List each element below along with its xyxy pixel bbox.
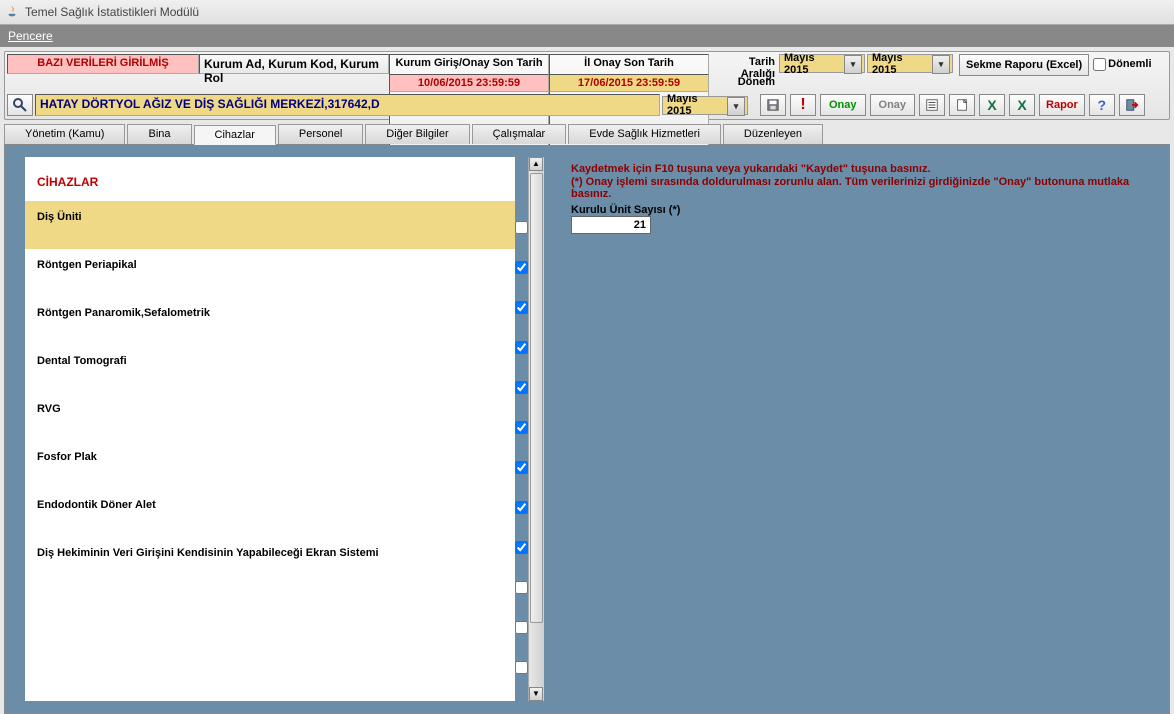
scroll-up-arrow[interactable]: ▲	[529, 157, 543, 171]
device-list: CİHAZLAR Diş Üniti Röntgen Periapikal Rö…	[25, 157, 515, 701]
donemli-text: Dönemli	[1108, 58, 1151, 70]
device-checkbox[interactable]	[515, 421, 528, 434]
date-to-select[interactable]: Mayıs 2015	[867, 54, 953, 73]
window-titlebar: Temel Sağlık İstatistikleri Modülü	[0, 0, 1174, 25]
list-icon[interactable]	[919, 94, 945, 116]
menubar: Pencere	[0, 25, 1174, 47]
date-from-select[interactable]: Mayıs 2015	[779, 54, 865, 73]
left-scrollbar[interactable]: ▲ ▼	[528, 157, 544, 701]
window-title: Temel Sağlık İstatistikleri Modülü	[25, 5, 199, 19]
sekme-raporu-button[interactable]: Sekme Raporu (Excel)	[959, 54, 1089, 76]
menu-pencere[interactable]: Pencere	[8, 29, 53, 43]
exit-icon[interactable]	[1119, 94, 1145, 116]
checkbox-column	[515, 157, 528, 701]
left-panel: CİHAZLAR Diş Üniti Röntgen Periapikal Rö…	[5, 145, 553, 713]
device-row[interactable]: Diş Üniti	[25, 201, 515, 249]
toolbar: ! Onay Onay X X Rapor ?	[760, 94, 1145, 116]
device-checkbox[interactable]	[515, 581, 528, 594]
kurum-date-value: 10/06/2015 23:59:59	[389, 74, 549, 92]
excel-export-icon[interactable]: X	[979, 94, 1005, 116]
tab-bina[interactable]: Bina	[127, 124, 191, 144]
onay-button-inactive[interactable]: Onay	[870, 94, 916, 116]
il-date-value: 17/06/2015 23:59:59	[549, 74, 709, 92]
device-checkbox[interactable]	[515, 501, 528, 514]
save-icon[interactable]	[760, 94, 786, 116]
header-row1: BAZI VERİLERİ GİRİLMİŞ Kurum Ad, Kurum K…	[7, 54, 1167, 74]
new-doc-icon[interactable]	[949, 94, 975, 116]
device-row[interactable]: Röntgen Panaromik,Sefalometrik	[25, 297, 515, 345]
kurum-value: HATAY DÖRTYOL AĞIZ VE DİŞ SAĞLIĞI MERKEZ…	[35, 94, 660, 116]
tab-evde[interactable]: Evde Sağlık Hizmetleri	[568, 124, 721, 144]
tabs: Yönetim (Kamu) Bina Cihazlar Personel Di…	[4, 124, 1170, 144]
excel-import-icon[interactable]: X	[1009, 94, 1035, 116]
tab-duzenleyen[interactable]: Düzenleyen	[723, 124, 823, 144]
donem-label: Dönem	[709, 74, 779, 92]
device-checkbox[interactable]	[515, 301, 528, 314]
alert-icon[interactable]: !	[790, 94, 816, 116]
device-row[interactable]: Dental Tomografi	[25, 345, 515, 393]
device-row[interactable]: Endodontik Döner Alet	[25, 489, 515, 537]
unit-count-label: Kurulu Ünit Sayısı (*)	[571, 204, 1151, 216]
rapor-button[interactable]: Rapor	[1039, 94, 1085, 116]
save-hint: Kaydetmek için F10 tuşuna veya yukarıdak…	[571, 163, 1151, 175]
help-icon[interactable]: ?	[1089, 94, 1115, 116]
header-row2: HATAY DÖRTYOL AĞIZ VE DİŞ SAĞLIĞI MERKEZ…	[7, 93, 1167, 117]
top-panel: BAZI VERİLERİ GİRİLMİŞ Kurum Ad, Kurum K…	[4, 51, 1170, 120]
unit-count-input[interactable]	[571, 216, 651, 234]
device-checkbox[interactable]	[515, 541, 528, 554]
device-checkbox[interactable]	[515, 661, 528, 674]
onay-button-active[interactable]: Onay	[820, 94, 866, 116]
tab-diger[interactable]: Diğer Bilgiler	[365, 124, 469, 144]
device-checkbox[interactable]	[515, 221, 528, 234]
scroll-down-arrow[interactable]: ▼	[529, 687, 543, 701]
row2-month-select[interactable]: Mayıs 2015	[662, 96, 748, 115]
search-icon[interactable]	[7, 94, 33, 116]
device-row[interactable]: Diş Hekiminin Veri Girişini Kendisinin Y…	[25, 537, 515, 585]
onay-hint: (*) Onay işlemi sırasında doldurulması z…	[571, 176, 1151, 200]
tab-personel[interactable]: Personel	[278, 124, 363, 144]
tarih-label: Tarih Aralığı	[709, 54, 779, 74]
java-icon	[4, 4, 20, 20]
device-checkbox[interactable]	[515, 381, 528, 394]
device-checkbox[interactable]	[515, 461, 528, 474]
cihazlar-heading: CİHAZLAR	[25, 157, 515, 201]
device-checkbox[interactable]	[515, 341, 528, 354]
device-row[interactable]: Fosfor Plak	[25, 441, 515, 489]
device-checkbox[interactable]	[515, 621, 528, 634]
donemli-checkbox[interactable]	[1093, 58, 1106, 71]
scroll-thumb[interactable]	[530, 173, 543, 623]
status-box: BAZI VERİLERİ GİRİLMİŞ	[7, 54, 199, 74]
tab-calismalar[interactable]: Çalışmalar	[472, 124, 567, 144]
device-checkbox[interactable]	[515, 261, 528, 274]
tab-yonetim[interactable]: Yönetim (Kamu)	[4, 124, 125, 144]
kurum-header-label: Kurum Ad, Kurum Kod, Kurum Rol	[199, 54, 389, 74]
tab-cihazlar[interactable]: Cihazlar	[194, 125, 276, 145]
donemli-label[interactable]: Dönemli	[1093, 54, 1151, 74]
main-area: CİHAZLAR Diş Üniti Röntgen Periapikal Rö…	[4, 144, 1170, 714]
right-panel: Kaydetmek için F10 tuşuna veya yukarıdak…	[553, 145, 1169, 713]
device-row[interactable]: RVG	[25, 393, 515, 441]
device-row[interactable]: Röntgen Periapikal	[25, 249, 515, 297]
